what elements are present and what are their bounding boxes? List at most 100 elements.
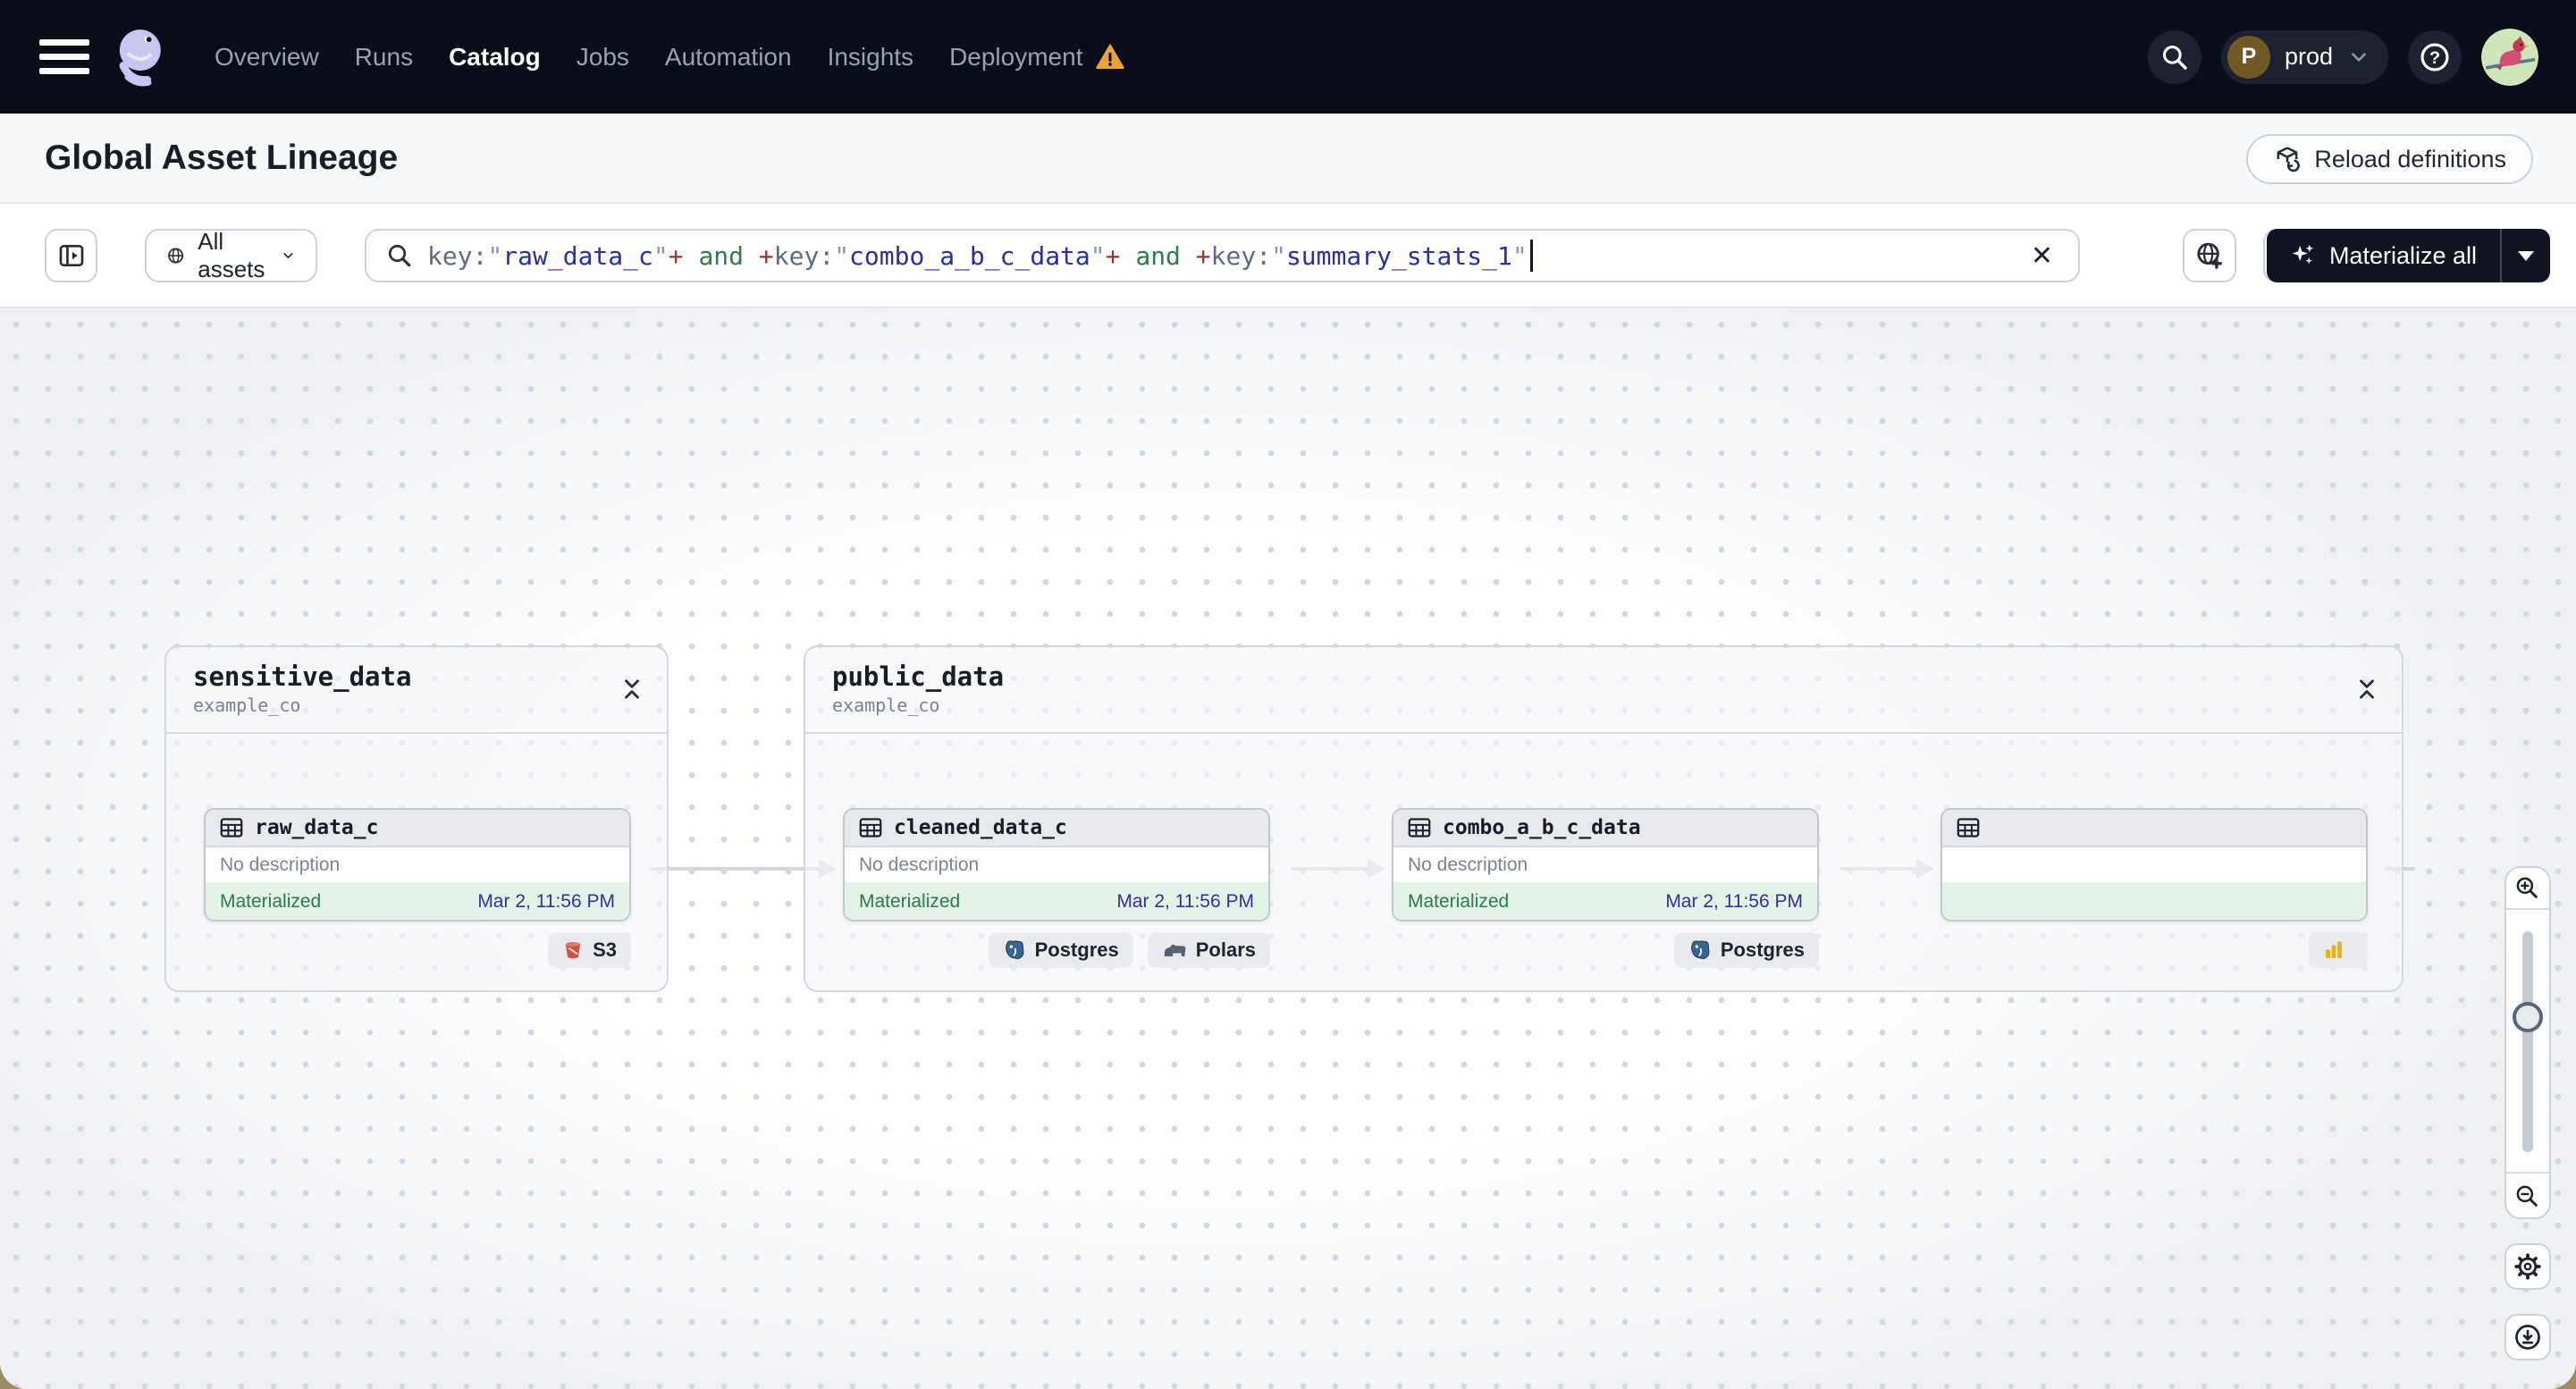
zoom-out-button[interactable] xyxy=(2506,1176,2549,1217)
reload-definitions-label: Reload definitions xyxy=(2314,145,2506,173)
tag-label: Postgres xyxy=(1034,939,1119,961)
status-timestamp[interactable]: Mar 2, 11:56 PM xyxy=(477,891,615,913)
postgres-icon xyxy=(1690,940,1710,960)
download-icon xyxy=(2515,1325,2540,1350)
sparkles-icon xyxy=(2292,244,2314,265)
tag-polars[interactable]: Polars xyxy=(1147,932,1270,968)
status-timestamp[interactable]: Mar 2, 11:56 PM xyxy=(1665,891,1803,913)
postgres-icon xyxy=(1005,940,1024,960)
environment-label: prod xyxy=(2284,43,2333,70)
lineage-toolbar: All assets key:"raw_data_c"+ and +key:"c… xyxy=(0,204,2576,308)
reload-definitions-button[interactable]: Reload definitions xyxy=(2246,134,2533,184)
caret-down-icon xyxy=(2518,250,2534,261)
materialize-all-split-button: Materialize all xyxy=(2266,229,2550,282)
materialize-all-label: Materialize all xyxy=(2328,241,2477,269)
tag-postgres[interactable]: Postgres xyxy=(988,932,1133,968)
asset-scope-label: All assets xyxy=(198,228,265,282)
zoom-in-button[interactable] xyxy=(2506,868,2549,909)
new-lineage-view-button[interactable] xyxy=(2183,229,2236,282)
reload-cube-icon xyxy=(2277,147,2301,173)
zoom-slider-track[interactable] xyxy=(2522,931,2533,1152)
lineage-canvas[interactable]: sensitive_data example_co public_data ex… xyxy=(0,308,2576,1389)
nav-item-runs[interactable]: Runs xyxy=(355,43,413,72)
clear-query-button[interactable]: ✕ xyxy=(2024,231,2060,281)
zoom-slider-thumb[interactable] xyxy=(2513,1002,2543,1032)
tag-postgres[interactable]: Postgres xyxy=(1673,932,1819,968)
globe-icon xyxy=(168,248,184,264)
asset-node-combo-a-b-c-data[interactable]: combo_a_b_c_data No description Material… xyxy=(1392,808,1819,922)
question-icon: ? xyxy=(2420,42,2449,72)
group-header: public_data example_co xyxy=(805,647,2402,734)
dagster-logo-icon[interactable] xyxy=(109,23,177,91)
table-icon xyxy=(859,818,882,838)
divider xyxy=(2506,908,2549,910)
globe-plus-icon xyxy=(2197,242,2222,269)
tag-label: Polars xyxy=(1195,939,1256,961)
asset-node-cleaned-data-c[interactable]: cleaned_data_c No description Materializ… xyxy=(843,808,1270,922)
asset-description: No description xyxy=(1393,847,1817,884)
top-nav: Overview Runs Catalog Jobs Automation In… xyxy=(0,0,2576,114)
zoom-out-icon xyxy=(2516,1185,2538,1207)
cardinal-bird-avatar-icon xyxy=(2481,28,2538,86)
powerbi-icon xyxy=(2326,941,2342,958)
nav-right: P prod ? xyxy=(2147,28,2538,86)
svg-text:?: ? xyxy=(2429,47,2440,67)
warning-icon xyxy=(1096,44,1125,69)
group-header: sensitive_data example_co xyxy=(166,647,667,734)
user-avatar[interactable] xyxy=(2481,28,2538,86)
search-query: key:"raw_data_c"+ and +key:"combo_a_b_c_… xyxy=(427,240,1528,271)
group-name: sensitive_data xyxy=(193,661,412,692)
page-header: Global Asset Lineage Reload definitions xyxy=(0,114,2576,204)
polars-bear-icon xyxy=(1164,944,1186,956)
open-panel-button[interactable] xyxy=(45,229,97,282)
edge-raw-to-cleaned xyxy=(650,867,821,871)
materialize-all-button[interactable]: Materialize all xyxy=(2267,242,2500,270)
nav-item-deployment[interactable]: Deployment xyxy=(949,42,1125,72)
table-icon xyxy=(1957,818,1980,838)
tag-row xyxy=(1940,932,2368,968)
hamburger-menu-icon[interactable] xyxy=(39,31,89,82)
group-name: public_data xyxy=(832,661,1005,692)
graph-settings-button[interactable] xyxy=(2504,1243,2551,1290)
nav-item-automation[interactable]: Automation xyxy=(665,43,792,72)
download-graph-button[interactable] xyxy=(2504,1314,2551,1360)
collapse-group-icon[interactable] xyxy=(620,676,644,707)
search-icon xyxy=(388,244,411,267)
gear-icon xyxy=(2514,1253,2541,1280)
status-badge: Materialized xyxy=(1408,891,1510,912)
status-timestamp[interactable]: Mar 2, 11:56 PM xyxy=(1116,891,1254,913)
tag-row: S3 xyxy=(204,932,631,968)
asset-description: No description xyxy=(845,847,1268,884)
status-badge: Materialized xyxy=(220,891,322,912)
asset-scope-selector[interactable]: All assets xyxy=(145,228,317,282)
table-icon xyxy=(220,818,243,838)
asset-node-raw-data-c[interactable]: raw_data_c No description Materialized M… xyxy=(204,808,631,922)
text-cursor xyxy=(1529,240,1533,272)
materialize-options-button[interactable] xyxy=(2502,250,2550,261)
collapse-group-icon[interactable] xyxy=(2355,676,2378,707)
tag-s3[interactable]: S3 xyxy=(548,932,631,968)
nav-item-jobs[interactable]: Jobs xyxy=(577,43,629,72)
tag-power-bi[interactable] xyxy=(2309,932,2368,968)
asset-node-summary-stats-1[interactable] xyxy=(1940,808,2368,922)
nav-item-insights[interactable]: Insights xyxy=(828,43,914,72)
environment-switcher[interactable]: P prod xyxy=(2220,29,2388,84)
asset-description xyxy=(1942,847,2366,884)
search-icon xyxy=(2162,45,2187,70)
divider xyxy=(2506,1172,2549,1174)
chevron-down-icon xyxy=(283,253,293,258)
tag-label: Postgres xyxy=(1720,939,1805,961)
asset-query-input[interactable]: key:"raw_data_c"+ and +key:"combo_a_b_c_… xyxy=(365,229,2080,282)
help-button[interactable]: ? xyxy=(2408,29,2462,84)
nav-item-overview[interactable]: Overview xyxy=(215,43,319,72)
status-badge: Materialized xyxy=(859,891,961,912)
asset-name: combo_a_b_c_data xyxy=(1443,816,1641,839)
search-button[interactable] xyxy=(2147,29,2201,84)
dagster-app: Overview Runs Catalog Jobs Automation In… xyxy=(0,0,2576,1389)
zoom-in-icon xyxy=(2516,877,2538,898)
nav-item-catalog[interactable]: Catalog xyxy=(449,43,541,72)
asset-name: cleaned_data_c xyxy=(894,816,1067,839)
tag-label: S3 xyxy=(593,939,617,961)
table-icon xyxy=(1408,818,1431,838)
chevron-down-icon xyxy=(2352,52,2366,62)
